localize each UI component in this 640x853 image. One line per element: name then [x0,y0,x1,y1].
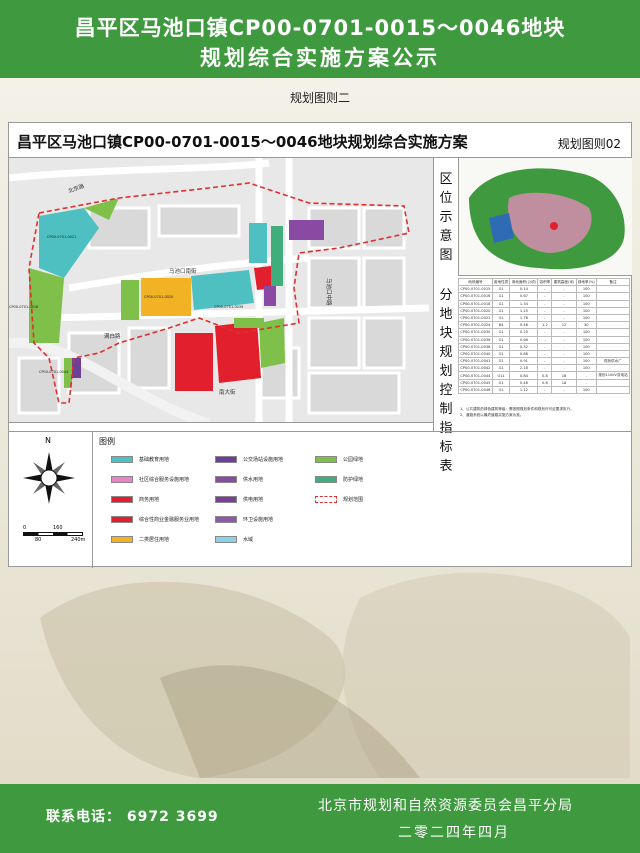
table-row: CP00-0701-0018 G1 1.34- -100 [458,299,631,308]
table-row: CP00-0701-0015 G1 0.14- -100 [458,285,631,294]
legend-swatch [111,536,133,543]
legend-swatch [315,476,337,483]
svg-text:CP00-0701-0021: CP00-0701-0021 [47,235,76,239]
issue-date: 二零二四年四月 [398,825,510,841]
legend-item: 基础教育用地 [111,456,169,465]
table-header-row: 地块编号 用地性质 用地面积(公顷) 容积率 建筑高度(米) 绿地率(%) 备注 [458,277,631,287]
table-row: CP00-0701-0016 G1 0.67- -100 [458,292,631,301]
compass-rose-icon [23,452,75,504]
legend-swatch [111,476,133,483]
legend-item: 公园绿地 [315,456,363,465]
control-table: 地块编号 用地性质 用地面积(公顷) 容积率 建筑高度(米) 绿地率(%) 备注 CP00-… [458,277,631,395]
table-row: CP00-0701-0044 U11 0.84 0.8 18- 规划110kV变电站 [458,371,631,380]
table-row: CP00-0701-0021 G1 1.78- -100 [458,313,631,323]
legend-title: 图例 [99,437,115,446]
svg-text:南大街: 南大街 [219,388,236,396]
overview-label: 区位示意图 [439,172,453,263]
table-row: CP00-0701-0041 G1 0.91- -100 现状供水厂 [458,357,631,366]
issuing-organization: 北京市规划和自然资源委员会昌平分局 [318,798,573,814]
commercial-parcel-1 [175,333,213,391]
table-notes: 1、公共建筑的绿色建筑等级：需按照规划条件和规划许可证要求执行。 2、道路系统以… [460,407,574,417]
compass-scale: N 0 160 80 240m [9,432,93,568]
legend-swatch [111,516,133,523]
legend-item: 规划范围 [315,496,363,505]
legend-swatch [215,496,237,503]
legend-area: N 0 160 80 240m 图例 基础教育用地社区综合服务设施用地 商务用地综… [9,431,631,568]
table-row: CP00-0701-0020 G1 1.25- -100 [458,306,631,315]
svg-text:马池口南街: 马池口南街 [169,267,197,275]
contact-phone: 联系电话： 6972 3699 [46,809,219,825]
table-row: CP00-0701-0038 G1 0.32- -100 [458,342,631,351]
footer-banner: 联系电话： 6972 3699 北京市规划和自然资源委员会昌平分局 二零二四年四… [0,784,640,853]
legend-swatch [215,536,237,543]
svg-text:CP00-0701-0039: CP00-0701-0039 [214,305,243,309]
page-subtitle: 规划图则二 [289,91,350,105]
site-plan-svg: 马池口南街 满白路 南大街 马池口中路 北京路 CP00-0701-0021 C… [9,158,433,422]
legend-item: 供电用地 [215,496,263,505]
svg-text:马池口中路: 马池口中路 [325,278,333,306]
legend-swatch [215,476,237,483]
legend-swatch [215,516,237,523]
legend-item: 供水用地 [215,476,263,485]
scale-bar [23,532,83,536]
legend-swatch [315,456,337,463]
location-overview-map[interactable] [458,158,632,276]
table-row: CP00-0701-0046 G1 1.12- -100 [458,385,631,395]
legend-item: 公交场站设施用地 [215,456,283,465]
site-plan-map[interactable]: 马池口南街 满白路 南大街 马池口中路 北京路 CP00-0701-0021 C… [9,157,433,423]
legend-item: 综合性商业金融服务业用地 [111,516,199,525]
legend-item: 防护绿地 [315,476,363,485]
panel-title: 昌平区马池口镇CP00-0701-0015～0046地块规划综合实施方案 [17,133,468,151]
panel-code: 规划图则02 [557,137,621,151]
table-row: CP00-0701-0030 G1 0.25- -100 [458,328,631,337]
legend-item: 社区综合服务设施用地 [111,476,189,485]
table-row: CP00-0701-0042 G1 2.18- -100 [458,364,631,373]
svg-text:CP00-0701-0018: CP00-0701-0018 [9,305,38,309]
legend-item: 水域 [215,536,253,545]
legend-item: 商务用地 [111,496,159,505]
legend-swatch [111,496,133,503]
header-banner: 昌平区马池口镇CP00-0701-0015～0046地块 规划综合实施方案公示 [0,0,640,78]
svg-text:CP00-0701-0044: CP00-0701-0044 [39,370,69,374]
table-row: CP00-0701-0024 B4 0.46 1.2 12 30 [458,321,631,330]
plan-panel: 昌平区马池口镇CP00-0701-0015～0046地块规划综合实施方案 规划图… [8,122,632,568]
table-row: CP00-0701-0040 G1 0.88- -100 [458,349,631,359]
legend-swatch [315,496,337,503]
side-column: 区位示意图 分地块规划控制指标表 地块编号 用地性质 用地面积(公顷) 容积率 建筑高度… [433,157,632,474]
page-title-line2: 规划综合实施方案公示 [200,46,440,70]
legend-swatch [111,456,133,463]
legend-item: 二类居住用地 [111,536,169,545]
table-row: CP00-0701-0045 G1 0.48 0.8 18- [458,378,631,387]
svg-text:CP00-0701-0020: CP00-0701-0020 [144,295,173,299]
legend-swatch [215,456,237,463]
table-row: CP00-0701-0036 G1 0.66- -100 [458,335,631,344]
svg-text:满白路: 满白路 [104,332,121,340]
legend-item: 环卫设施用地 [215,516,273,525]
page-title: 昌平区马池口镇CP00-0701-0015～0046地块 [74,16,566,40]
